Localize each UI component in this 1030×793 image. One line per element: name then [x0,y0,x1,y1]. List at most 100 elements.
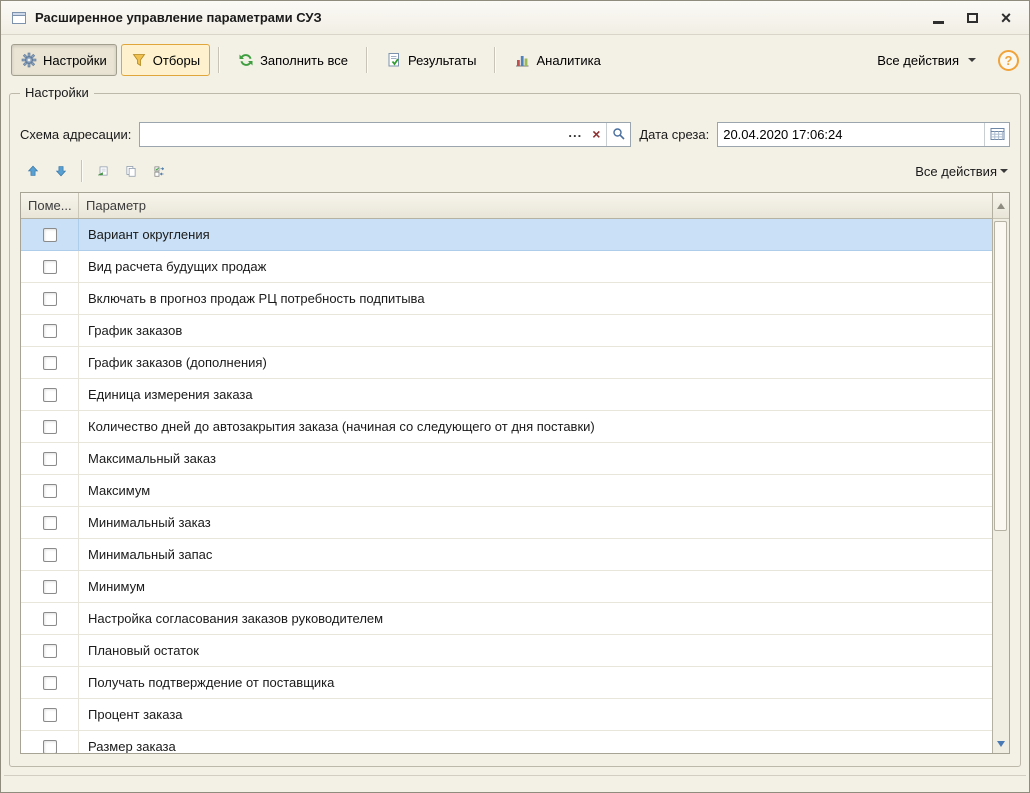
move-up-button[interactable] [20,158,46,184]
all-actions-button-label: Все действия [877,53,959,68]
row-mark-cell [21,347,79,378]
command-toolbar: Настройки Отборы Заполнить все Результат… [1,35,1029,85]
copy-icon [125,163,137,179]
toggle-flags-button[interactable] [146,158,172,184]
table-row[interactable]: График заказов [21,315,992,347]
toolbar-separator [81,160,83,182]
scrollbar-up-button[interactable] [993,193,1009,219]
row-mark-cell [21,539,79,570]
table-row[interactable]: Процент заказа [21,699,992,731]
close-button[interactable]: × [997,9,1015,27]
row-checkbox[interactable] [43,292,57,306]
clear-button[interactable]: × [586,123,606,146]
table-row[interactable]: Включать в прогноз продаж РЦ потребность… [21,283,992,315]
open-magnifier-button[interactable] [606,123,630,146]
groupbox-legend: Настройки [20,85,94,100]
row-parameter-cell: Максимум [79,475,992,506]
row-checkbox[interactable] [43,676,57,690]
copy-button[interactable] [118,158,144,184]
scrollbar-track[interactable] [993,219,1009,735]
table-body: Вариант округления Вид расчета будущих п… [21,219,992,753]
close-icon: × [1001,9,1012,27]
titlebar[interactable]: Расширенное управление параметрами СУЗ × [1,1,1029,35]
row-checkbox[interactable] [43,740,57,754]
row-checkbox[interactable] [43,452,57,466]
table-row[interactable]: Максимум [21,475,992,507]
list-toolbar: Все действия [20,156,1010,186]
row-parameter-cell: Получать подтверждение от поставщика [79,667,992,698]
table-row[interactable]: Настройка согласования заказов руководит… [21,603,992,635]
row-checkbox[interactable] [43,708,57,722]
table-row[interactable]: График заказов (дополнения) [21,347,992,379]
table-row[interactable]: Размер заказа [21,731,992,753]
row-mark-cell [21,507,79,538]
calendar-button[interactable] [984,123,1009,146]
table-row[interactable]: Максимальный заказ [21,443,992,475]
settings-button[interactable]: Настройки [11,44,117,76]
window-title: Расширенное управление параметрами СУЗ [35,10,322,25]
addressing-scheme-input[interactable] [140,124,564,145]
filters-button[interactable]: Отборы [121,44,210,76]
window-form-icon [11,10,27,26]
analytics-button[interactable]: Аналитика [504,44,610,76]
settings-icon [21,52,37,68]
list-all-actions-label: Все действия [915,164,997,179]
fill-all-button[interactable]: Заполнить все [228,44,358,76]
row-mark-cell [21,411,79,442]
row-checkbox[interactable] [43,388,57,402]
row-checkbox[interactable] [43,516,57,530]
column-header-parameter[interactable]: Параметр [79,193,992,218]
row-checkbox[interactable] [43,356,57,370]
chevron-down-icon [1000,169,1008,173]
calendar-icon [990,127,1005,141]
table-row[interactable]: Плановый остаток [21,635,992,667]
table-row[interactable]: Количество дней до автозакрытия заказа (… [21,411,992,443]
scrollbar-down-button[interactable] [993,735,1009,753]
row-parameter-cell: Минимальный заказ [79,507,992,538]
row-parameter-cell: Единица измерения заказа [79,379,992,410]
row-mark-cell [21,603,79,634]
table-row[interactable]: Получать подтверждение от поставщика [21,667,992,699]
row-mark-cell [21,475,79,506]
table-row[interactable]: Минимум [21,571,992,603]
minimize-button[interactable] [929,9,947,27]
row-checkbox[interactable] [43,548,57,562]
row-checkbox[interactable] [43,324,57,338]
table-row[interactable]: Вид расчета будущих продаж [21,251,992,283]
minimize-icon [933,21,944,24]
row-mark-cell [21,379,79,410]
window-controls: × [929,9,1019,27]
filter-icon [131,52,147,68]
row-parameter-cell: Минимальный запас [79,539,992,570]
table-main: Поме... Параметр Вариант округления Вид … [21,193,992,753]
results-button[interactable]: Результаты [376,44,486,76]
row-checkbox[interactable] [43,228,57,242]
column-header-mark[interactable]: Поме... [21,193,79,218]
row-checkbox[interactable] [43,484,57,498]
row-checkbox[interactable] [43,612,57,626]
date-slice-input[interactable] [718,124,984,145]
maximize-button[interactable] [963,9,981,27]
scroll-up-icon [997,203,1005,209]
table-row[interactable]: Минимальный заказ [21,507,992,539]
help-button[interactable]: ? [998,50,1019,71]
chevron-down-icon [968,58,976,62]
addressing-scheme-field: ... × [139,122,631,147]
row-checkbox[interactable] [43,580,57,594]
fill-all-button-label: Заполнить все [260,53,348,68]
vertical-scrollbar [992,193,1009,753]
row-checkbox[interactable] [43,260,57,274]
table-row[interactable]: Минимальный запас [21,539,992,571]
table-row[interactable]: Вариант округления [21,219,992,251]
all-actions-button[interactable]: Все действия [867,44,986,76]
arrow-up-icon [27,163,39,179]
list-all-actions-button[interactable]: Все действия [915,164,1010,179]
move-down-button[interactable] [48,158,74,184]
row-checkbox[interactable] [43,420,57,434]
table-row[interactable]: Единица измерения заказа [21,379,992,411]
choose-button[interactable]: ... [564,123,586,146]
set-flags-button[interactable] [90,158,116,184]
row-checkbox[interactable] [43,644,57,658]
fields-row: Схема адресации: ... × Дата среза: [20,118,1010,150]
scrollbar-thumb[interactable] [994,221,1007,531]
